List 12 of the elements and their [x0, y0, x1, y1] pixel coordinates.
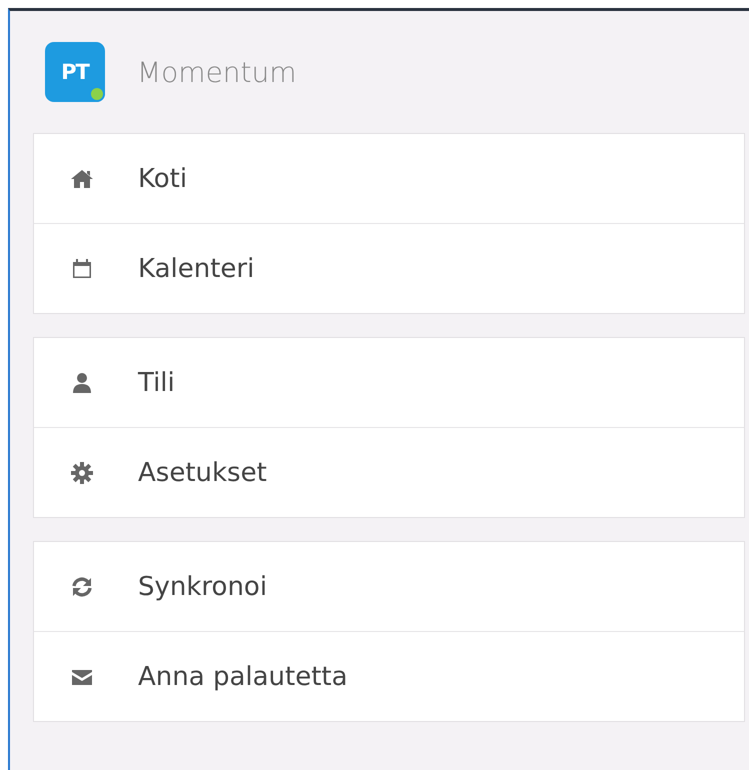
logo-text: PT	[61, 60, 89, 84]
user-icon	[70, 370, 94, 394]
menu-item[interactable]: Tili	[34, 338, 744, 427]
app-title: Momentum	[137, 56, 297, 88]
menu-item[interactable]: Kalenteri	[34, 223, 744, 313]
calendar-icon	[70, 256, 94, 280]
sync-icon	[70, 574, 94, 598]
menu-item[interactable]: Anna palautetta	[34, 631, 744, 721]
gear-icon	[70, 460, 94, 484]
menu-item[interactable]: Asetukset	[34, 427, 744, 517]
menu-item[interactable]: Koti	[34, 134, 744, 223]
menu-item[interactable]: Synkronoi	[34, 542, 744, 631]
